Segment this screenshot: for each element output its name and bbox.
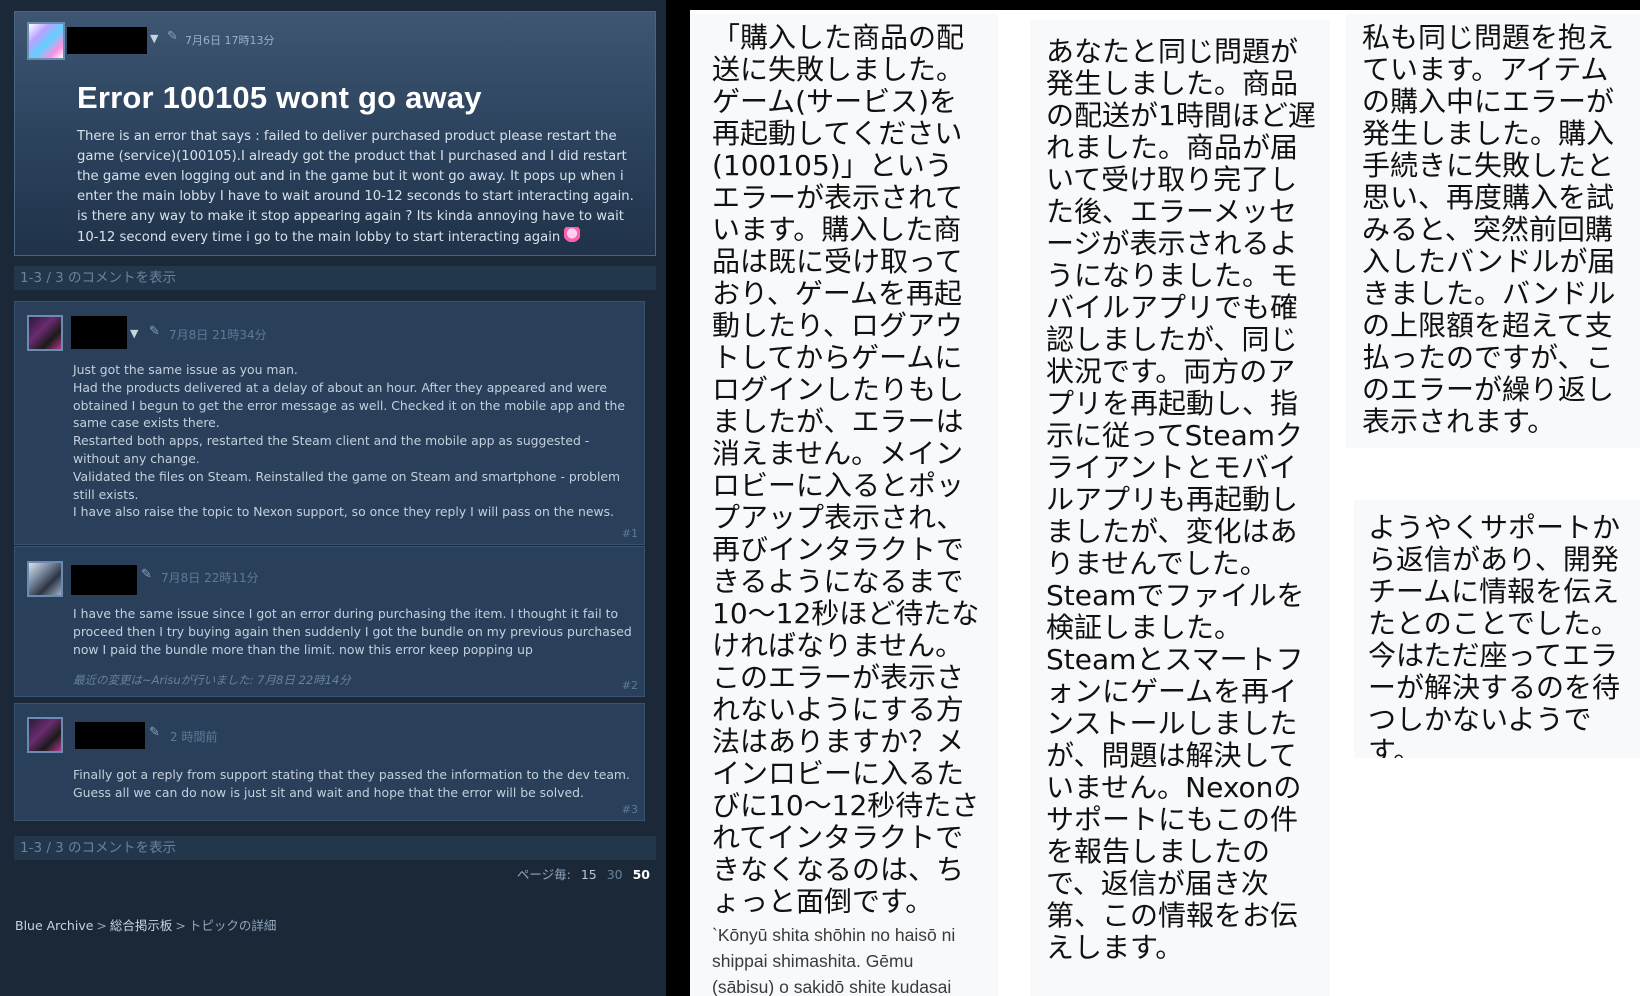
quill-icon: ✎ [149,324,160,339]
post-body: There is an error that says : failed to … [77,129,634,245]
comment-count-bottom: 1-3 / 3 のコメントを表示 [14,836,656,860]
commenter-avatar[interactable] [27,717,63,753]
comment-1: ▼ ✎ 7月8日 21時34分 Just got the same issue … [14,301,645,545]
translation-comment-2: 私も同じ問題を抱えています。アイテムの購入中にエラーが発生しました。購入手続きに… [1346,14,1640,448]
translation-comment-1: あなたと同じ問題が発生しました。商品の配送が1時間ほど遅れました。商品が届いて受… [1030,20,1330,996]
per-page-option-15[interactable]: 15 [581,867,597,882]
comment-count-top: 1-3 / 3 のコメントを表示 [14,266,656,290]
comment-line: I have also raise the topic to Nexon sup… [73,504,615,520]
comment-line: Just got the same issue as you man. [73,362,298,377]
translation-comment-2-text: 私も同じ問題を抱えています。アイテムの購入中にエラーが発生しました。購入手続きに… [1362,21,1616,438]
commenter-avatar[interactable] [27,315,63,351]
comment-number[interactable]: #1 [622,527,638,540]
chevron-down-icon[interactable]: ▼ [130,327,138,340]
quill-icon: ✎ [141,567,152,582]
translation-post-romaji: `Kōnyū shita shōhin no haisō ni shippai … [712,925,956,996]
quill-icon: ✎ [149,725,160,740]
quill-icon: ✎ [167,29,178,44]
comment-line: Validated the files on Steam. Reinstalle… [73,468,621,502]
author-avatar[interactable] [27,22,65,60]
comment-line: Finally got a reply from support stating… [73,767,630,800]
comment-number[interactable]: #3 [622,803,638,816]
comment-timestamp: 7月8日 22時11分 [161,571,259,585]
per-page-option-50[interactable]: 50 [633,867,650,882]
comment-line: Had the products delivered at a delay of… [73,379,626,431]
redacted-username [71,316,127,349]
translation-comment-1-text: あなたと同じ問題が発生しました。商品の配送が1時間ほど遅れました。商品が届いて受… [1046,35,1316,964]
comment-body: Just got the same issue as you man. Had … [73,361,633,521]
steam-discussion-panel: ▼ ✎ 7月6日 17時13分 Error 100105 wont go awa… [0,0,666,996]
comment-body: I have the same issue since I got an err… [73,605,633,658]
post-title: Error 100105 wont go away [77,80,482,115]
breadcrumb-current: トピックの詳細 [188,918,277,933]
commenter-avatar[interactable] [27,561,63,597]
translation-comment-3: ようやくサポートから返信があり、開発チームに情報を伝えたとのことでした。今はただ… [1354,500,1640,758]
comment-body: Finally got a reply from support stating… [73,766,633,802]
per-page-selector: ページ毎: 15 30 50 [517,864,650,883]
redacted-username [75,722,145,749]
breadcrumb-game[interactable]: Blue Archive [15,918,93,933]
translation-post-text: 「購入した商品の配送に失敗しました。ゲーム(サービス)を再起動してください(10… [712,21,980,918]
comment-line: I have the same issue since I got an err… [73,606,632,657]
original-post: ▼ ✎ 7月6日 17時13分 Error 100105 wont go awa… [14,11,656,256]
redacted-username [71,565,137,595]
per-page-label: ページ毎: [516,867,571,882]
comment-number[interactable]: #2 [622,679,638,692]
per-page-option-30[interactable]: 30 [607,867,623,882]
emoticon-icon [564,227,581,243]
comment-2: ✎ 7月8日 22時11分 I have the same issue sinc… [14,546,645,697]
comment-timestamp: 2 時間前 [170,730,218,744]
breadcrumb-separator: > [175,918,186,933]
comment-timestamp: 7月8日 21時34分 [169,328,267,342]
comment-3: ✎ 2 時間前 Finally got a reply from support… [14,703,645,821]
breadcrumb: Blue Archive > 総合掲示板 > トピックの詳細 [15,915,276,934]
chevron-down-icon[interactable]: ▼ [150,32,158,45]
translation-post: 「購入した商品の配送に失敗しました。ゲーム(サービス)を再起動してください(10… [690,14,998,996]
post-timestamp: 7月6日 17時13分 [185,34,275,47]
breadcrumb-board[interactable]: 総合掲示板 [110,918,173,933]
redacted-username [67,27,147,54]
comment-line: Restarted both apps, restarted the Steam… [73,433,590,466]
translation-panel: 「購入した商品の配送に失敗しました。ゲーム(サービス)を再起動してください(10… [690,10,1640,996]
breadcrumb-separator: > [96,918,107,933]
translation-comment-3-text: ようやくサポートから返信があり、開発チームに情報を伝えたとのことでした。今はただ… [1368,511,1621,759]
edit-note: 最近の変更は~Arisuが行いました: 7月8日 22時14分 [73,673,351,687]
